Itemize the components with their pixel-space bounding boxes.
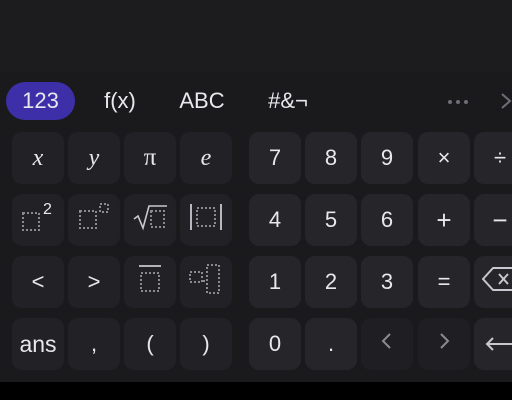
key-less-than[interactable]: < [12, 256, 64, 308]
absolute-value-icon [187, 202, 225, 238]
content-area [0, 0, 512, 72]
key-label: e [200, 144, 212, 171]
key-label: π [143, 144, 157, 171]
key-subscript[interactable] [180, 256, 232, 308]
key-label: 6 [380, 207, 394, 232]
key-absolute-value[interactable] [180, 194, 232, 246]
backspace-icon [481, 264, 512, 300]
key-label: 3 [380, 269, 394, 294]
key-pi[interactable]: π [124, 132, 176, 184]
key-label: x [32, 144, 44, 171]
key-1[interactable]: 1 [249, 256, 301, 308]
superscript-label: 2 [43, 201, 52, 218]
cursor-right-icon [436, 330, 452, 358]
key-label: 7 [268, 145, 282, 170]
key-label: . [327, 331, 335, 356]
key-label: ) [202, 331, 210, 356]
key-plus[interactable]: + [418, 194, 470, 246]
key-label: 4 [268, 207, 282, 232]
key-0[interactable]: 0 [249, 318, 301, 370]
key-label: − [492, 204, 508, 235]
key-equals[interactable]: = [418, 256, 470, 308]
key-x[interactable]: x [12, 132, 64, 184]
tab-functions[interactable]: f(x) [92, 82, 148, 120]
key-label: y [88, 144, 100, 171]
key-2[interactable]: 2 [305, 256, 357, 308]
key-label: < [31, 269, 45, 294]
key-squared[interactable]: 2 [12, 194, 64, 246]
key-overline[interactable] [124, 256, 176, 308]
key-backspace[interactable] [474, 256, 512, 308]
key-cursor-left[interactable] [361, 318, 413, 370]
key-4[interactable]: 4 [249, 194, 301, 246]
key-divide[interactable]: ÷ [474, 132, 512, 184]
key-minus[interactable]: − [474, 194, 512, 246]
key-label: ÷ [493, 145, 507, 170]
key-label: , [90, 331, 98, 356]
key-6[interactable]: 6 [361, 194, 413, 246]
overline-icon [135, 263, 165, 301]
tab-symbols[interactable]: #&¬ [256, 82, 320, 120]
key-greater-than[interactable]: > [68, 256, 120, 308]
enter-icon [481, 326, 512, 362]
squared-icon: 2 [21, 201, 55, 235]
key-comma[interactable]: , [68, 318, 120, 370]
cursor-left-icon [379, 330, 395, 358]
key-e[interactable]: e [180, 132, 232, 184]
key-cursor-right[interactable] [418, 318, 470, 370]
key-label: 2 [324, 269, 338, 294]
key-8[interactable]: 8 [305, 132, 357, 184]
subscript-icon [187, 263, 225, 301]
key-9[interactable]: 9 [361, 132, 413, 184]
key-label: ( [146, 331, 154, 356]
navigation-bar [0, 382, 512, 400]
key-label: 8 [324, 145, 338, 170]
tab-123[interactable]: 123 [6, 82, 75, 120]
chevron-right-icon[interactable] [496, 82, 512, 120]
key-label: + [436, 204, 452, 235]
key-label: = [437, 269, 451, 294]
key-open-paren[interactable]: ( [124, 318, 176, 370]
key-7[interactable]: 7 [249, 132, 301, 184]
more-horizontal-icon[interactable] [446, 82, 474, 120]
key-label: 1 [268, 269, 282, 294]
key-label: 5 [324, 207, 338, 232]
key-3[interactable]: 3 [361, 256, 413, 308]
square-root-icon [131, 202, 169, 238]
key-label: × [437, 145, 451, 170]
key-square-root[interactable] [124, 194, 176, 246]
tab-letters[interactable]: ABC [170, 82, 234, 120]
key-label: 9 [380, 145, 394, 170]
key-multiply[interactable]: × [418, 132, 470, 184]
key-decimal[interactable]: . [305, 318, 357, 370]
key-label: 0 [268, 331, 282, 356]
key-y[interactable]: y [68, 132, 120, 184]
key-power[interactable] [68, 194, 120, 246]
key-ans[interactable]: ans [12, 318, 64, 370]
key-5[interactable]: 5 [305, 194, 357, 246]
key-label: > [87, 269, 101, 294]
power-icon [77, 202, 111, 238]
key-label: ans [19, 330, 57, 357]
key-close-paren[interactable]: ) [180, 318, 232, 370]
key-enter[interactable] [474, 318, 512, 370]
math-keyboard: 123 f(x) ABC #&¬ x y π e 7 8 9 × ÷ 2 4 5… [0, 72, 512, 382]
